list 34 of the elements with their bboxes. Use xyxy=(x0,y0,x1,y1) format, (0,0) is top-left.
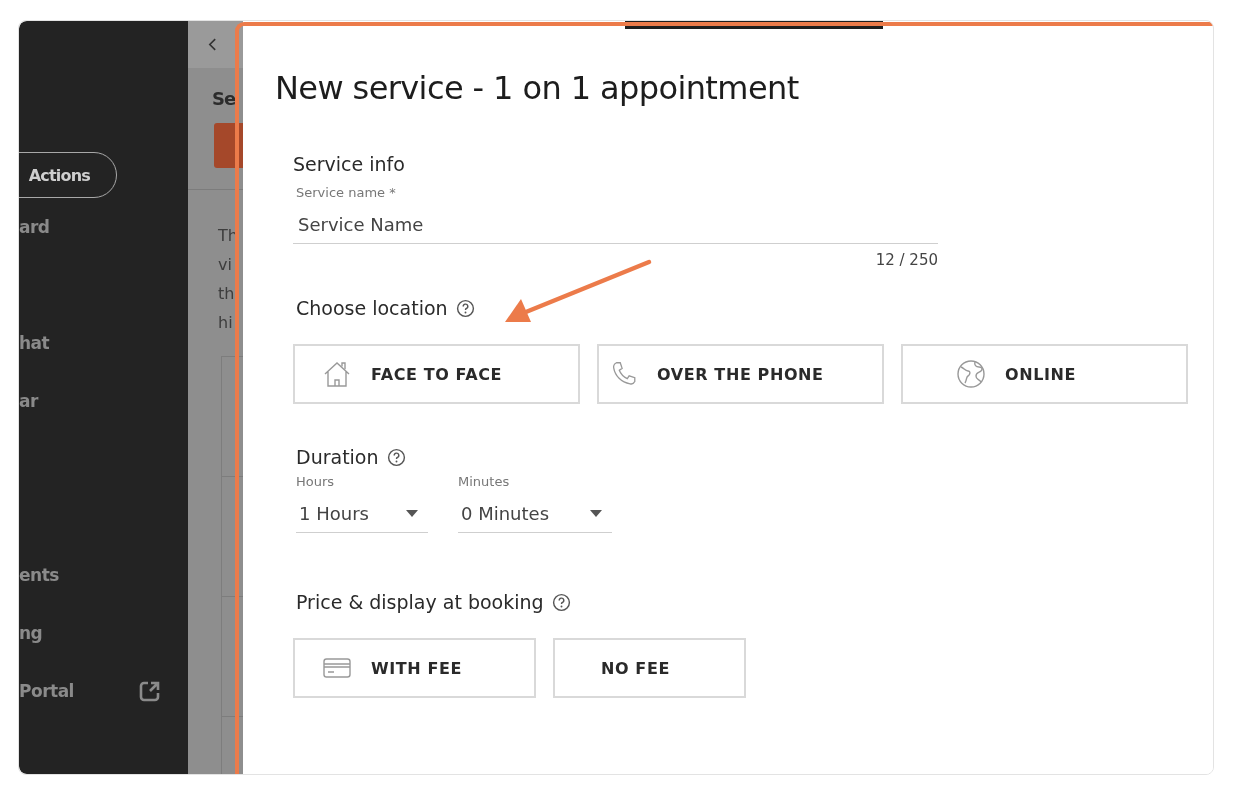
description-text: th xyxy=(218,284,236,305)
location-option[interactable]: FACE TO FACE xyxy=(293,344,580,404)
sidebar-item[interactable]: ng xyxy=(19,604,43,662)
caret-icon xyxy=(406,510,418,517)
modal-title: New service - 1 on 1 appointment xyxy=(275,69,800,107)
dropdown[interactable]: 1 Hours xyxy=(296,495,428,533)
field-label: Hours xyxy=(296,474,336,489)
field-label: Service name * xyxy=(296,185,397,200)
section-heading: Choose location xyxy=(296,297,448,319)
help-icon[interactable] xyxy=(386,447,406,467)
price-option[interactable]: WITH FEE xyxy=(293,638,536,698)
field-label: Minutes xyxy=(458,474,511,489)
external-link-icon xyxy=(138,679,162,703)
globe-icon xyxy=(955,358,987,390)
section-heading: Price & display at booking xyxy=(296,591,544,613)
dropdown[interactable]: 0 Minutes xyxy=(458,495,612,533)
page-heading: Se xyxy=(212,88,237,109)
back-chevron-icon[interactable] xyxy=(208,38,217,51)
sidebar-item[interactable]: ents xyxy=(19,546,59,604)
description-text: vi xyxy=(218,255,233,276)
caret-icon xyxy=(590,510,602,517)
sidebar-item[interactable]: ard xyxy=(19,198,50,256)
section-heading: Duration xyxy=(296,446,379,468)
help-icon[interactable] xyxy=(455,298,475,318)
location-option[interactable]: OVER THE PHONE xyxy=(597,344,884,404)
sidebar-item[interactable]: ar xyxy=(19,372,38,430)
help-icon[interactable] xyxy=(551,592,571,612)
location-option[interactable]: ONLINE xyxy=(901,344,1188,404)
sidebar-item[interactable]: hat xyxy=(19,314,50,372)
sidebar-item[interactable]: Portal xyxy=(19,662,74,720)
section-heading: Service info xyxy=(293,153,406,175)
description-text: hi xyxy=(218,313,234,334)
character-counter: 12 / 250 xyxy=(874,251,938,269)
price-option[interactable]: NO FEE xyxy=(553,638,746,698)
